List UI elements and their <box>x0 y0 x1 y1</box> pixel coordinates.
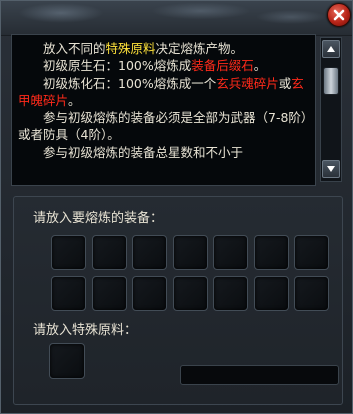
desc-text-span: 初级炼化石：100%熔炼成一个 <box>43 75 217 91</box>
equipment-slot[interactable] <box>294 235 329 270</box>
description-panel: 放入不同的特殊原料决定熔炼产物。 初级原生石：100%熔炼成装备后缀石。 初级炼… <box>11 34 316 186</box>
desc-text-span: 参与初级熔炼的装备必须是全部为武器（7-8阶）或者防具（4阶）。 <box>18 110 308 143</box>
arrow-up-icon <box>327 46 335 52</box>
desc-paragraph-4: 参与初级熔炼的装备必须是全部为武器（7-8阶）或者防具（4阶）。 <box>18 109 311 144</box>
desc-text-span: 。 <box>253 58 267 74</box>
desc-text-span: 或 <box>278 75 292 91</box>
suffix-stone-highlight: 装备后缀石 <box>191 58 254 74</box>
desc-text-span: 参与初级熔炼的装备总星数和不小于 <box>43 144 244 160</box>
equipment-slot[interactable] <box>92 235 127 270</box>
close-icon <box>333 9 345 21</box>
equipment-slot[interactable] <box>254 276 289 311</box>
desc-text-span: 决定熔炼产物。 <box>155 41 244 56</box>
desc-paragraph-5: 参与初级熔炼的装备总星数和不小于 <box>18 144 311 161</box>
equipment-slot[interactable] <box>51 235 86 270</box>
arrow-down-icon <box>327 166 335 172</box>
scrollbar-thumb[interactable] <box>323 67 339 95</box>
equipment-slot[interactable] <box>254 235 289 270</box>
desc-paragraph-2: 初级原生石：100%熔炼成装备后缀石。 <box>18 57 311 74</box>
scroll-down-button[interactable] <box>322 160 340 178</box>
desc-text-span: 初级原生石：100%熔炼成 <box>43 58 192 74</box>
equipment-slot[interactable] <box>213 235 248 270</box>
equipment-slot[interactable] <box>173 235 208 270</box>
special-material-highlight: 特殊原料 <box>105 41 156 56</box>
weapon-soul-fragment-highlight: 玄兵魂碎片 <box>216 75 279 91</box>
special-material-label: 请放入特殊原料： <box>33 323 138 338</box>
close-button[interactable] <box>327 3 351 27</box>
equipment-slot[interactable] <box>213 276 248 311</box>
description-text: 放入不同的特殊原料决定熔炼产物。 初级原生石：100%熔炼成装备后缀石。 初级炼… <box>18 40 311 161</box>
window-header <box>1 1 352 36</box>
equipment-slot[interactable] <box>51 276 86 311</box>
special-material-field <box>180 365 339 385</box>
equipment-slot[interactable] <box>132 235 167 270</box>
equipment-slot[interactable] <box>173 276 208 311</box>
desc-text-span: 。 <box>68 92 81 108</box>
smelting-window: 放入不同的特殊原料决定熔炼产物。 初级原生石：100%熔炼成装备后缀石。 初级炼… <box>0 0 353 414</box>
equipment-slot[interactable] <box>132 276 167 311</box>
scroll-up-button[interactable] <box>322 40 340 58</box>
desc-text-span: 放入不同的 <box>43 41 106 56</box>
equipment-slot[interactable] <box>92 276 127 311</box>
equipment-slot[interactable] <box>294 276 329 311</box>
desc-paragraph-3: 初级炼化石：100%熔炼成一个玄兵魂碎片或玄甲魄碎片。 <box>18 75 311 110</box>
special-material-slot[interactable] <box>49 343 85 379</box>
equipment-label: 请放入要熔炼的装备： <box>33 211 164 226</box>
desc-paragraph-1: 放入不同的特殊原料决定熔炼产物。 <box>18 40 311 57</box>
